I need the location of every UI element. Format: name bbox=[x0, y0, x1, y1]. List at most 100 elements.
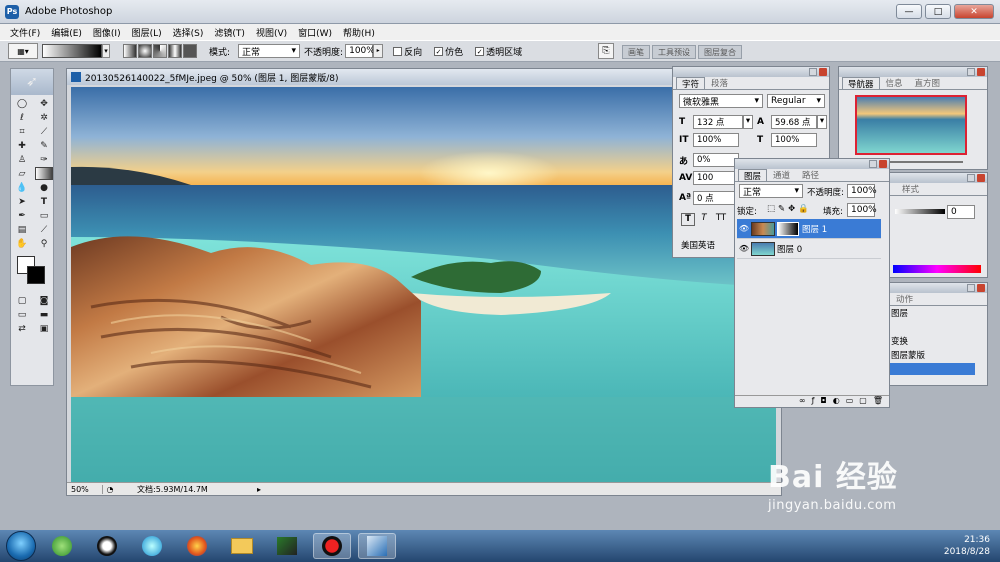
reflected-gradient-icon[interactable] bbox=[168, 44, 182, 58]
font-size-input[interactable]: 132 点 bbox=[693, 115, 743, 129]
start-button[interactable] bbox=[6, 531, 36, 561]
opacity-input[interactable]: 100% bbox=[345, 44, 375, 58]
tab-info[interactable]: 信息 bbox=[880, 77, 909, 89]
status-arrow-icon[interactable]: ▸ bbox=[257, 485, 261, 494]
jump-to-imageready-icon[interactable]: ⇄ bbox=[13, 322, 31, 335]
tracking-input[interactable]: 100 bbox=[693, 171, 739, 185]
taskbar-app-explorer[interactable] bbox=[223, 533, 261, 559]
menu-window[interactable]: 窗口(W) bbox=[298, 26, 332, 39]
status-menu-icon[interactable]: ◔ bbox=[103, 485, 117, 494]
marquee-tool-icon[interactable]: ◯ bbox=[13, 97, 31, 110]
tab-paragraph[interactable]: 段落 bbox=[705, 77, 734, 89]
chevron-down-icon[interactable]: ▾ bbox=[743, 115, 753, 129]
standard-mode-icon[interactable]: ▢ bbox=[13, 294, 31, 307]
link-layers-icon[interactable]: ∞ bbox=[799, 396, 806, 407]
color-swatches[interactable] bbox=[15, 254, 49, 290]
menu-help[interactable]: 帮助(H) bbox=[343, 26, 375, 39]
adjustment-layer-icon[interactable]: ◐ bbox=[833, 396, 840, 407]
well-tab-tool-presets[interactable]: 工具预设 bbox=[652, 45, 696, 59]
taskbar-app-recorder[interactable] bbox=[313, 533, 351, 559]
well-tab-brushes[interactable]: 画笔 bbox=[622, 45, 650, 59]
gradient-swatch[interactable] bbox=[42, 44, 102, 58]
palette-well-toggle-icon[interactable]: ⎘ bbox=[598, 43, 614, 59]
history-item[interactable]: 图层 bbox=[891, 307, 908, 319]
taskbar-app-360[interactable] bbox=[43, 533, 81, 559]
taskbar-app-media[interactable] bbox=[133, 533, 171, 559]
new-group-icon[interactable]: ▭ bbox=[846, 396, 854, 407]
type-tool-icon[interactable]: T bbox=[35, 195, 53, 208]
eye-icon[interactable]: 👁 bbox=[737, 244, 751, 253]
tab-actions[interactable]: 动作 bbox=[890, 293, 919, 305]
minimize-button[interactable]: — bbox=[896, 4, 922, 19]
layer-style-icon[interactable]: ƒ bbox=[812, 396, 815, 407]
panel-minimize-button[interactable] bbox=[967, 68, 975, 76]
layer-mask-thumbnail[interactable] bbox=[777, 221, 799, 236]
panel-minimize-button[interactable] bbox=[967, 174, 975, 182]
diamond-gradient-icon[interactable] bbox=[183, 44, 197, 58]
history-item[interactable]: 图层蒙版 bbox=[891, 349, 925, 361]
add-mask-icon[interactable]: ◘ bbox=[820, 396, 826, 407]
panel-minimize-button[interactable] bbox=[967, 284, 975, 292]
panel-minimize-button[interactable] bbox=[809, 68, 817, 76]
tab-histogram[interactable]: 直方图 bbox=[909, 77, 947, 89]
layer-row[interactable]: 👁 图层 0 bbox=[737, 239, 881, 259]
clone-stamp-tool-icon[interactable]: ♙ bbox=[13, 153, 31, 166]
healing-brush-tool-icon[interactable]: ✚ bbox=[13, 139, 31, 152]
font-style-select[interactable]: Regular ▾ bbox=[767, 94, 825, 108]
menu-edit[interactable]: 编辑(E) bbox=[51, 26, 82, 39]
lock-position-icon[interactable]: ✥ bbox=[788, 204, 795, 214]
baseline-shift-input[interactable]: 0 点 bbox=[693, 191, 739, 205]
hand-tool-icon[interactable]: ✋ bbox=[13, 237, 31, 250]
lasso-tool-icon[interactable]: ℓ bbox=[13, 111, 31, 124]
tab-character[interactable]: 字符 bbox=[676, 77, 706, 90]
shape-tool-icon[interactable]: ▭ bbox=[35, 209, 53, 222]
navigator-zoom-slider[interactable] bbox=[883, 161, 963, 163]
faux-bold-button[interactable]: T bbox=[681, 213, 695, 226]
new-layer-icon[interactable]: ▢ bbox=[859, 396, 867, 407]
crop-tool-icon[interactable]: ⌗ bbox=[13, 125, 31, 138]
panel-minimize-button[interactable] bbox=[869, 160, 877, 168]
tsume-input[interactable]: 0% bbox=[693, 153, 739, 167]
lock-all-icon[interactable]: 🔒 bbox=[798, 204, 809, 214]
menu-file[interactable]: 文件(F) bbox=[10, 26, 40, 39]
chevron-down-icon[interactable]: ▾ bbox=[817, 115, 827, 129]
vertical-scale-input[interactable]: 100% bbox=[693, 133, 739, 147]
magic-wand-tool-icon[interactable]: ✲ bbox=[35, 111, 53, 124]
blend-mode-select[interactable]: 正常 ▾ bbox=[739, 184, 803, 198]
zoom-level[interactable]: 50% bbox=[67, 484, 103, 494]
linear-gradient-icon[interactable] bbox=[123, 44, 137, 58]
zoom-tool-icon[interactable]: ⚲ bbox=[35, 237, 53, 250]
taskbar-app-video[interactable] bbox=[268, 533, 306, 559]
menu-filter[interactable]: 滤镜(T) bbox=[214, 26, 245, 39]
tab-channels[interactable]: 通道 bbox=[767, 169, 796, 181]
opacity-slider-arrow-icon[interactable]: ▸ bbox=[373, 44, 384, 58]
mode-select[interactable]: 正常 ▾ bbox=[238, 44, 301, 58]
tab-styles[interactable]: 样式 bbox=[896, 183, 925, 195]
dodge-tool-icon[interactable]: ● bbox=[35, 181, 53, 194]
menu-view[interactable]: 视图(V) bbox=[256, 26, 287, 39]
screen-mode-full-icon[interactable]: ▬ bbox=[35, 308, 53, 321]
menu-layer[interactable]: 图层(L) bbox=[132, 26, 162, 39]
transparency-checkbox[interactable]: ✓ 透明区域 bbox=[475, 45, 522, 58]
image-canvas[interactable] bbox=[71, 87, 776, 483]
tab-navigator[interactable]: 导航器 bbox=[842, 77, 880, 90]
gradient-tool-icon[interactable] bbox=[35, 167, 53, 180]
history-item[interactable]: 变换 bbox=[891, 335, 908, 347]
panel-close-button[interactable] bbox=[819, 68, 827, 76]
history-selected-row[interactable] bbox=[889, 363, 975, 375]
background-color[interactable] bbox=[27, 266, 45, 284]
close-button[interactable]: ✕ bbox=[954, 4, 994, 19]
leading-input[interactable]: 59.68 点 bbox=[771, 115, 817, 129]
lock-transparency-icon[interactable]: ⬚ bbox=[767, 204, 775, 214]
lock-pixels-icon[interactable]: ✎ bbox=[778, 204, 785, 214]
blur-tool-icon[interactable]: 💧 bbox=[13, 181, 31, 194]
eyedropper-tool-icon[interactable]: ⟋ bbox=[35, 223, 53, 236]
notes-tool-icon[interactable]: ▤ bbox=[13, 223, 31, 236]
pen-tool-icon[interactable]: ✒ bbox=[13, 209, 31, 222]
brush-tool-icon[interactable]: ✎ bbox=[35, 139, 53, 152]
reverse-checkbox[interactable]: 反向 bbox=[393, 45, 422, 58]
restore-button[interactable]: □ bbox=[925, 4, 951, 19]
slice-tool-icon[interactable]: ⟋ bbox=[35, 125, 53, 138]
tab-paths[interactable]: 路径 bbox=[796, 169, 825, 181]
radial-gradient-icon[interactable] bbox=[138, 44, 152, 58]
